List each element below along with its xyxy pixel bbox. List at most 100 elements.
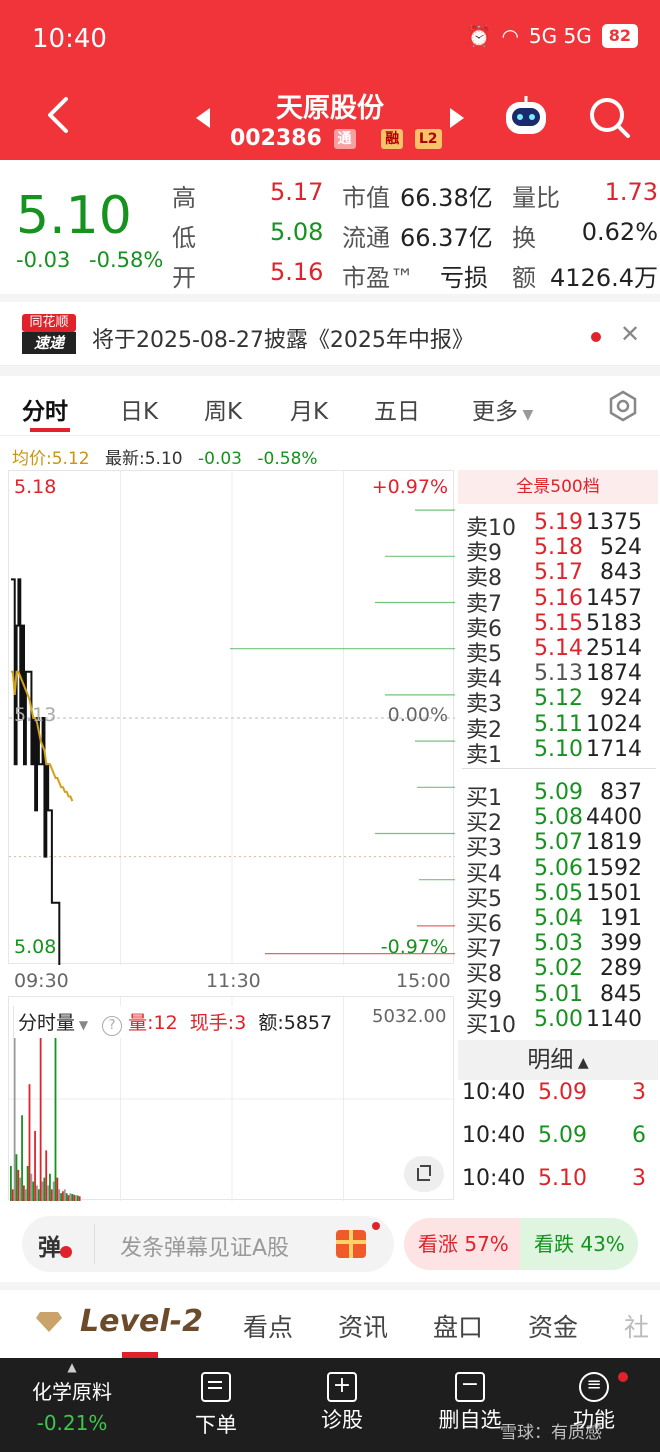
caret-up-icon: ▲ — [67, 1360, 77, 1374]
volume-bar — [28, 1084, 31, 1201]
sector-indicator[interactable]: ▲ 化学原料 -0.21% — [6, 1358, 138, 1452]
detail-price: 5.10 — [538, 1166, 587, 1191]
time-mid-label: 11:30 — [206, 970, 261, 992]
app-header: 10:40 ⏰ ◠ 5G 5G 82 天原股份 002386 通 融 L2 — [0, 0, 660, 160]
orderbook-buy-row[interactable]: 买10 5.00 1140 — [466, 1007, 660, 1038]
orderbook-sell-row[interactable]: 卖1 5.10 1714 — [466, 737, 660, 768]
tab-five-day[interactable]: 五日 — [374, 392, 420, 426]
orderbook-sell-row[interactable]: 卖3 5.12 924 — [466, 686, 660, 717]
orderbook-buy-row[interactable]: 买4 5.06 1592 — [466, 856, 660, 887]
tab-community[interactable]: 社 — [624, 1308, 649, 1344]
alarm-icon: ⏰ — [466, 24, 492, 48]
tab-timeshare[interactable]: 分时 — [22, 392, 68, 426]
volume-bar — [67, 1195, 70, 1201]
level-volume: 4400 — [586, 805, 642, 831]
remove-watchlist-icon: − — [455, 1372, 485, 1402]
tab-more[interactable]: 更多 ▼ — [472, 392, 533, 426]
level-volume: 1819 — [586, 830, 642, 856]
volume-bar — [47, 1185, 49, 1201]
tab-daily-k[interactable]: 日K — [120, 392, 158, 426]
level-volume: 5183 — [586, 610, 642, 636]
level-volume: 1874 — [586, 661, 642, 687]
detail-price: 5.09 — [538, 1123, 587, 1148]
settings-icon[interactable] — [608, 390, 638, 426]
tab-weekly-k[interactable]: 周K — [204, 392, 242, 426]
orderbook-buy-row[interactable]: 买7 5.03 399 — [466, 931, 660, 962]
tab-level2[interactable]: Level-2 — [80, 1304, 203, 1339]
volume-indicator-select[interactable]: 分时量 ▼ — [18, 1012, 88, 1034]
bearish-button[interactable]: 看跌 43% — [520, 1218, 638, 1270]
orderbook-divider — [462, 768, 656, 769]
level-price: 5.13 — [534, 661, 583, 687]
nav-order[interactable]: 下单 — [150, 1358, 282, 1452]
orderbook-sell-row[interactable]: 卖7 5.16 1457 — [466, 586, 660, 617]
level-volume: 2514 — [586, 636, 642, 661]
sector-name: 化学原料 — [32, 1380, 112, 1404]
orderbook-sell-row[interactable]: 卖10 5.19 1375 — [466, 510, 660, 541]
nav-order-label: 下单 — [195, 1413, 237, 1437]
volume-info: 分时量 ▼ ? 量:12 现手:3 额:5857 — [14, 1006, 337, 1038]
bottom-nav: ▲ 化学原料 -0.21% 下单 + 诊股 − 删自选 ≡ 功能 雪球：有质感 — [0, 1358, 660, 1452]
orderbook-buy-row[interactable]: 买2 5.08 4400 — [466, 805, 660, 836]
detail-volume: 3 — [632, 1166, 646, 1191]
orderbook-sell-row[interactable]: 卖9 5.18 524 — [466, 535, 660, 566]
orderbook-buy-row[interactable]: 买6 5.04 191 — [466, 906, 660, 937]
level-label: 卖1 — [466, 742, 502, 768]
pe-label: 市盈™ — [342, 264, 414, 292]
danmu-divider — [94, 1224, 95, 1264]
level-price: 5.05 — [534, 880, 583, 906]
orderbook-sell-row[interactable]: 卖8 5.17 843 — [466, 560, 660, 591]
orderbook-sell-row[interactable]: 卖4 5.13 1874 — [466, 661, 660, 692]
robot-assistant-icon[interactable] — [502, 94, 550, 142]
gift-icon[interactable] — [336, 1230, 366, 1258]
level-label: 买10 — [466, 1012, 516, 1038]
orderbook-500-button[interactable]: 全景500档 — [458, 470, 658, 504]
detail-time: 10:40 — [462, 1123, 526, 1148]
orderbook-buy-row[interactable]: 买3 5.07 1819 — [466, 830, 660, 861]
notice-bar[interactable]: 同花顺 速递 将于2025-08-27披露《2025年中报》 ✕ — [0, 306, 660, 366]
mktcap-label: 市值 — [342, 184, 390, 212]
orderbook-buy-row[interactable]: 买1 5.09 837 — [466, 780, 660, 811]
time-start-label: 09:30 — [14, 970, 69, 992]
tab-monthly-k[interactable]: 月K — [290, 392, 328, 426]
nav-diagnose[interactable]: + 诊股 — [276, 1358, 408, 1452]
help-icon[interactable]: ? — [102, 1016, 123, 1036]
high-value: 5.17 — [270, 178, 324, 206]
search-icon[interactable] — [588, 96, 632, 144]
sector-pct: -0.21% — [36, 1411, 108, 1435]
level-price: 5.15 — [534, 610, 583, 636]
level-price: 5.08 — [534, 805, 583, 831]
tab-market-depth[interactable]: 盘口 — [433, 1308, 483, 1344]
orderbook-buy-row[interactable]: 买8 5.02 289 — [466, 956, 660, 987]
divider — [0, 294, 660, 302]
price-change: -0.03 -0.58% — [16, 248, 163, 272]
stock-code-row: 002386 通 融 L2 — [230, 126, 442, 151]
turnover-value: 0.62% — [581, 218, 658, 246]
tab-news[interactable]: 资讯 — [338, 1308, 388, 1344]
orderbook-sell-row[interactable]: 卖2 5.11 1024 — [466, 712, 660, 743]
orderbook-sell-row[interactable]: 卖6 5.15 5183 — [466, 610, 660, 642]
orderbook-buy-row[interactable]: 买9 5.01 845 — [466, 982, 660, 1013]
danmu-input[interactable]: 弹 发条弹幕见证A股 — [22, 1216, 394, 1272]
volume-bar — [49, 1173, 51, 1201]
fullscreen-icon[interactable] — [404, 1156, 444, 1192]
open-value: 5.16 — [270, 258, 324, 286]
volume-bar — [58, 1189, 61, 1201]
bullish-button[interactable]: 看涨 57% — [404, 1218, 522, 1270]
diagnose-icon: + — [327, 1372, 357, 1402]
volume-amount: 额:5857 — [258, 1012, 333, 1034]
detail-header[interactable]: 明细 ▲ — [458, 1040, 658, 1080]
close-icon[interactable]: ✕ — [620, 320, 640, 348]
orderbook-sell-row[interactable]: 卖5 5.14 2514 — [466, 636, 660, 667]
volume-bar — [43, 1177, 46, 1201]
orderbook-buy-row[interactable]: 买5 5.05 1501 — [466, 880, 660, 912]
level-volume: 843 — [600, 560, 642, 586]
detail-title: 明细 — [527, 1047, 574, 1073]
level-volume: 1375 — [586, 510, 642, 535]
tab-capital[interactable]: 资金 — [528, 1308, 578, 1344]
stock-code: 002386 — [230, 126, 322, 151]
volume-bar — [50, 1189, 53, 1201]
tab-highlights[interactable]: 看点 — [243, 1308, 293, 1344]
tag-rong: 融 — [381, 129, 404, 149]
level-price: 5.09 — [534, 780, 583, 805]
